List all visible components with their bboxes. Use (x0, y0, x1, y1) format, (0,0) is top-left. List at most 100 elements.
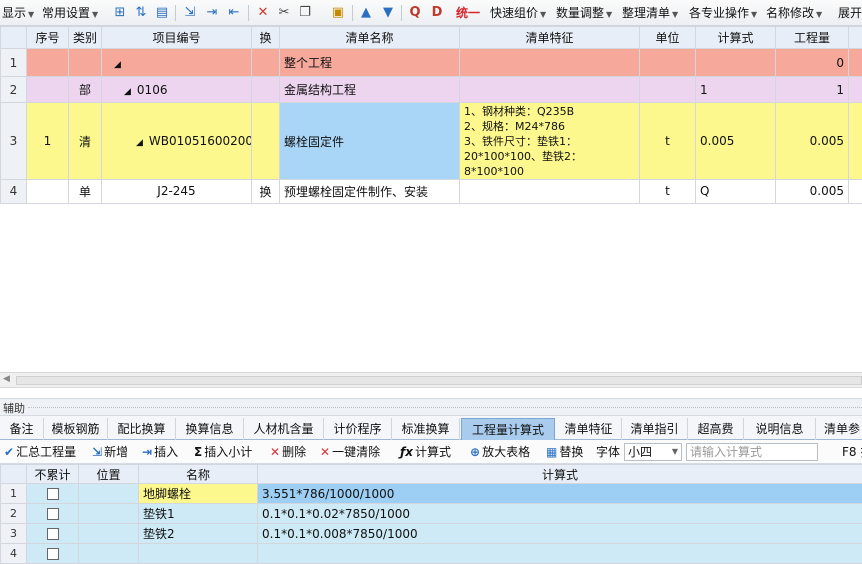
checkbox[interactable] (46, 488, 59, 500)
item-name-cell[interactable]: 垫铁1 (138, 503, 258, 524)
col-seq[interactable]: 序号 (26, 25, 69, 50)
paste-icon[interactable]: ▤ (154, 5, 170, 21)
tab-resource-content[interactable]: 人材机含量 (244, 418, 324, 440)
move-up-icon[interactable]: ▲ (358, 5, 374, 21)
code-cell[interactable]: ◢ WB010516002001 (101, 102, 252, 180)
no-accumulate-cell[interactable] (26, 523, 79, 544)
f8-shortcut[interactable]: F8 折 (842, 443, 862, 461)
category-cell[interactable]: 清 (68, 102, 102, 180)
tab-mix-conversion[interactable]: 配比换算 (108, 418, 176, 440)
checkbox[interactable] (46, 548, 59, 560)
category-cell[interactable]: 部 (68, 76, 102, 104)
item-name-cell[interactable] (138, 543, 258, 564)
col-no-accumulate[interactable]: 不累计 (26, 464, 79, 484)
feature-cell[interactable]: 1、钢材种类：Q235B 2、规格：M24*786 3、铁件尺寸：垫铁1： 20… (459, 102, 640, 180)
d-icon[interactable]: D (429, 5, 445, 21)
quick-price-menu[interactable]: 快速组价 ▼ (490, 4, 546, 22)
checkbox[interactable] (46, 508, 59, 520)
col-calc-formula[interactable]: 计算式 (257, 464, 862, 484)
formula-cell[interactable]: 0.005 (695, 102, 776, 180)
category-cell[interactable] (68, 48, 102, 78)
replace-button[interactable]: ▦ 替换 (546, 443, 583, 461)
collapse-icon[interactable]: ◢ (124, 87, 131, 97)
col-position[interactable]: 位置 (78, 464, 139, 484)
column-icon[interactable]: ⊞ (112, 5, 128, 21)
code-cell[interactable]: ◢ (101, 48, 252, 78)
formula-cell[interactable]: Q (695, 178, 776, 205)
insert-button[interactable]: ⇥ 插入 (142, 443, 178, 461)
code-cell[interactable]: ◢ 0106 (101, 76, 252, 104)
calc-formula-cell[interactable]: 0.1*0.1*0.02*7850/1000 (257, 503, 862, 524)
table-row[interactable]: 3 1 清 ◢ WB010516002001 螺栓固定件 1、钢材种类：Q235B… (0, 102, 862, 180)
item-name-cell[interactable]: 垫铁2 (138, 523, 258, 544)
feature-cell[interactable] (459, 178, 640, 205)
formula-button[interactable]: ƒx 计算式 (400, 443, 451, 461)
qty-cell[interactable]: 0.005 (775, 102, 849, 180)
name-cell[interactable]: 金属结构工程 (279, 76, 460, 104)
tab-description[interactable]: 说明信息 (744, 418, 816, 440)
tab-qty-formula[interactable]: 工程量计算式 (461, 418, 555, 440)
qty-cell[interactable]: 0.005 (775, 178, 849, 205)
collapse-icon[interactable]: ◢ (136, 138, 143, 148)
col-feature[interactable]: 清单特征 (459, 25, 640, 50)
col-formula[interactable]: 计算式 (695, 25, 776, 50)
specialty-menu[interactable]: 各专业操作 ▼ (689, 4, 757, 22)
col-unit[interactable]: 单位 (639, 25, 696, 50)
qty-cell[interactable]: 0 (775, 48, 849, 78)
col-qty[interactable]: 工程量 (775, 25, 849, 50)
horizontal-scrollbar[interactable]: ◀ (0, 372, 862, 388)
tab-pricing-procedure[interactable]: 计价程序 (324, 418, 392, 440)
tab-standard-conversion[interactable]: 标准换算 (392, 418, 460, 440)
no-accumulate-cell[interactable] (26, 503, 79, 524)
seq-cell[interactable] (26, 178, 69, 205)
feature-cell[interactable] (459, 48, 640, 78)
name-cell[interactable]: 整个工程 (279, 48, 460, 78)
formula-cell[interactable] (695, 48, 776, 78)
corner-cell[interactable] (0, 464, 27, 484)
move-down-icon[interactable]: ▼ (380, 5, 396, 21)
position-cell[interactable] (78, 483, 139, 504)
swap-cell[interactable] (251, 76, 280, 104)
clear-all-button[interactable]: ✕ 一键清除 (320, 443, 380, 461)
expand-menu[interactable]: 展开 (838, 4, 862, 22)
insert-child-icon[interactable]: ⇥ (204, 5, 220, 21)
panel-splitter[interactable] (0, 388, 862, 398)
scrollbar-thumb[interactable] (16, 376, 862, 385)
tab-height-fee[interactable]: 超高费 (688, 418, 744, 440)
scroll-left-icon[interactable]: ◀ (3, 374, 10, 384)
qty-adjust-menu[interactable]: 数量调整 ▼ (556, 4, 612, 22)
swap-cell[interactable] (251, 102, 280, 180)
cut-icon[interactable]: ✂ (276, 5, 292, 21)
unit-cell[interactable]: t (639, 178, 696, 205)
no-accumulate-cell[interactable] (26, 483, 79, 504)
insert-after-icon[interactable]: ⇤ (226, 5, 242, 21)
position-cell[interactable] (78, 503, 139, 524)
tab-conversion-info[interactable]: 换算信息 (176, 418, 244, 440)
corner-cell[interactable] (0, 25, 27, 50)
rename-menu[interactable]: 名称修改 ▼ (766, 4, 822, 22)
no-accumulate-cell[interactable] (26, 543, 79, 564)
insert-subtotal-button[interactable]: Σ 插入小计 (194, 443, 252, 461)
position-cell[interactable] (78, 543, 139, 564)
item-name-cell[interactable]: 地脚螺栓 (138, 483, 258, 504)
feature-cell[interactable] (459, 76, 640, 104)
col-code[interactable]: 项目编号 (101, 25, 252, 50)
grid-empty-area[interactable] (0, 204, 862, 372)
organize-menu[interactable]: 整理清单 ▼ (622, 4, 678, 22)
name-cell[interactable]: 预埋螺栓固定件制作、安装 (279, 178, 460, 205)
zoom-table-button[interactable]: ⊕ 放大表格 (470, 443, 530, 461)
col-item-name[interactable]: 名称 (138, 464, 258, 484)
copy-icon[interactable]: ❐ (297, 5, 313, 21)
paste-special-icon[interactable]: ▣ (330, 5, 346, 21)
unify-button[interactable]: 统一 (456, 4, 480, 22)
table-row[interactable]: 1 ◢ 整个工程 0 (0, 48, 862, 78)
seq-cell[interactable] (26, 76, 69, 104)
calc-formula-cell[interactable] (257, 543, 862, 564)
tab-formwork[interactable]: 模板钢筋 (44, 418, 108, 440)
sort-icon[interactable]: ⇅ (133, 5, 149, 21)
table-row[interactable]: 4 单 J2-245 换 预埋螺栓固定件制作、安装 t Q 0.005 (0, 178, 862, 205)
summarize-button[interactable]: ✔ 汇总工程量 (4, 443, 76, 461)
code-cell[interactable]: J2-245 (101, 178, 252, 205)
tab-bill-features[interactable]: 清单特征 (556, 418, 622, 440)
list-item[interactable]: 1 地脚螺栓 3.551*786/1000/1000 (0, 483, 862, 504)
